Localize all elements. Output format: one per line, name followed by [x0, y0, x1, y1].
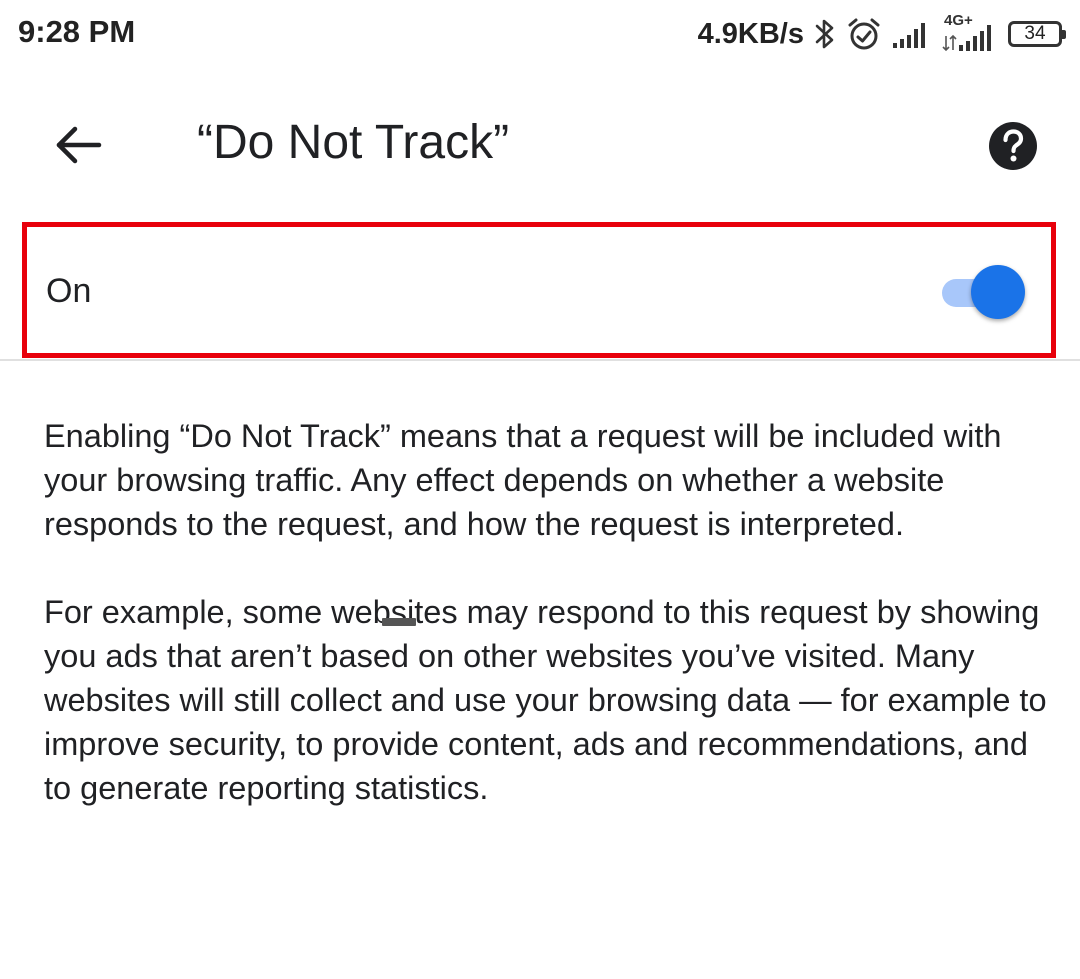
back-button[interactable]: [40, 113, 116, 177]
status-icons: 4.9KB/s 4G+ 34: [697, 12, 1066, 56]
bluetooth-icon: [814, 17, 836, 51]
page-title: “Do Not Track”: [197, 116, 510, 169]
help-icon: [988, 121, 1038, 171]
arrow-back-icon: [53, 125, 103, 165]
network-speed: 4.9KB/s: [697, 17, 804, 50]
divider: [0, 359, 1080, 361]
signal-4g-icon: 4G+: [942, 12, 998, 56]
alarm-icon: [846, 16, 882, 52]
app-bar: “Do Not Track”: [0, 95, 1080, 195]
do-not-track-switch[interactable]: [938, 264, 1030, 320]
switch-thumb: [971, 265, 1025, 319]
watermark-mark: [382, 618, 416, 626]
description: Enabling “Do Not Track” means that a req…: [44, 414, 1054, 810]
screen: 9:28 PM 4.9KB/s 4G+ 34 “Do Not Track” On…: [0, 0, 1080, 979]
description-paragraph-1: Enabling “Do Not Track” means that a req…: [44, 418, 1002, 542]
setting-state-label: On: [46, 272, 92, 310]
help-button[interactable]: [986, 119, 1040, 173]
battery-level: 34: [1024, 23, 1046, 44]
signal-icon: [892, 19, 932, 49]
status-time: 9:28 PM: [18, 14, 136, 49]
status-bar: 9:28 PM 4.9KB/s 4G+ 34: [0, 0, 1080, 70]
highlight-annotation-box: [22, 222, 1056, 358]
battery-icon: 34: [1008, 21, 1066, 47]
description-paragraph-2: For example, some websites may respond t…: [44, 594, 1047, 806]
do-not-track-setting-row[interactable]: On: [0, 220, 1080, 360]
